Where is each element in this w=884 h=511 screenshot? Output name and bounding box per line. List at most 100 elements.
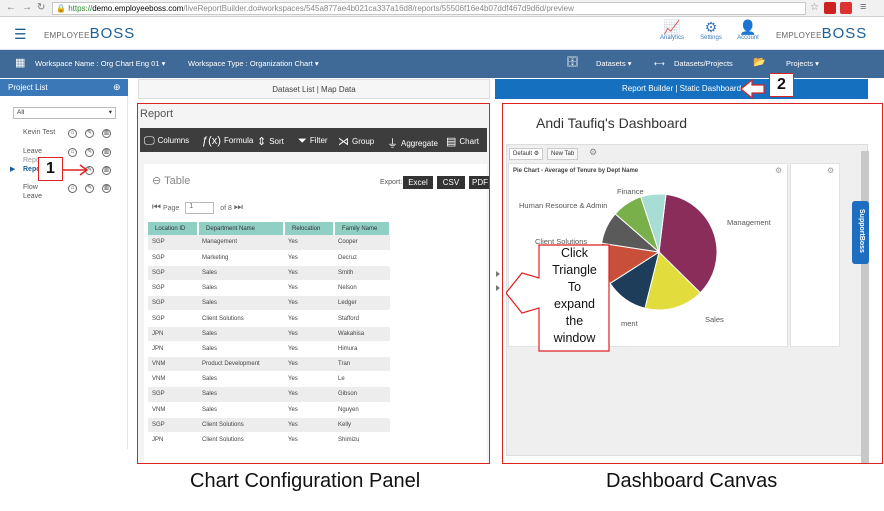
table-cell: Yes (284, 432, 334, 449)
group-button[interactable]: ⋊ Group (338, 135, 374, 148)
add-tab-icon[interactable]: ⚙ (589, 147, 597, 158)
project-item[interactable]: Leave (23, 193, 42, 200)
edit-icon[interactable]: ✎ (85, 148, 94, 157)
dashboard-title: Andi Taufiq's Dashboard (536, 115, 688, 131)
delete-icon[interactable]: ▥ (102, 166, 111, 175)
project-item[interactable]: Kevin Test (23, 129, 55, 136)
scrollbar[interactable] (861, 151, 869, 463)
projects-dropdown[interactable]: Projects ▾ (786, 59, 819, 68)
lock-icon[interactable]: ⌂ (68, 129, 77, 138)
account-button[interactable]: 👤 Account (728, 19, 768, 41)
edit-icon[interactable]: ✎ (85, 129, 94, 138)
datasets-projects-link[interactable]: Datasets/Projects (674, 59, 733, 68)
table-row[interactable]: SGP Client Solutions Yes Kelly (148, 417, 390, 433)
url-path: /liveReportBuilder.do#workspaces/545a877… (183, 4, 574, 13)
expand-triangle-icon[interactable] (496, 285, 500, 291)
table-row[interactable]: JPN Sales Yes Himura (148, 341, 390, 358)
project-item[interactable]: Leave (23, 148, 42, 155)
support-tab[interactable]: SupportBoss (852, 201, 869, 264)
tab-new[interactable]: New Tab (547, 148, 579, 160)
menu-icon[interactable]: ≡ (860, 1, 866, 13)
last-page-icon[interactable]: ⏭ (234, 202, 243, 213)
workspace-name-dropdown[interactable]: Workspace Name : Org Chart Eng 01 ▾ (35, 59, 165, 68)
export-pdf-button[interactable]: PDF (469, 176, 489, 189)
table-cell: Sales (198, 402, 284, 418)
extension-icon[interactable] (824, 2, 836, 14)
collapse-icon[interactable]: ⊖ (152, 175, 161, 187)
table-row[interactable]: VNM Sales Yes Le (148, 371, 390, 388)
table-row[interactable]: SGP Sales Yes Gibson (148, 386, 390, 403)
table-row[interactable]: VNM Product Development Yes Tran (148, 356, 390, 373)
table-row[interactable]: JPN Sales Yes Wakahisa (148, 326, 390, 342)
table-cell: Sales (198, 341, 284, 358)
lock-icon[interactable]: ⌂ (68, 184, 77, 193)
delete-icon[interactable]: ▥ (102, 148, 111, 157)
column-header[interactable]: Department Name (198, 222, 285, 235)
reload-icon[interactable]: ↻ (37, 2, 45, 13)
table-row[interactable]: JPN Client Solutions Yes Shimizu (148, 432, 390, 449)
datasets-dropdown[interactable]: Datasets ▾ (596, 59, 631, 68)
table-row[interactable]: SGP Sales Yes Nelson (148, 280, 390, 297)
column-header[interactable]: Location ID (148, 222, 199, 235)
chart-button[interactable]: ▤ Chart (446, 135, 479, 148)
table-row[interactable]: SGP Sales Yes Ledger (148, 295, 390, 312)
edit-icon[interactable]: ✎ (85, 184, 94, 193)
table-cell: Yes (284, 371, 334, 388)
gear-icon[interactable]: ⚙ (827, 166, 834, 175)
tab-dataset-list[interactable]: Dataset List | Map Data (138, 79, 490, 99)
tab-default[interactable]: Default ⚙ (509, 148, 544, 160)
table-row[interactable]: SGP Management Yes Cooper (148, 235, 390, 251)
column-header[interactable]: Family Name (334, 222, 391, 235)
table-cell: SGP (148, 280, 198, 297)
workspace-type-dropdown[interactable]: Workspace Type : Organization Chart ▾ (188, 59, 319, 68)
delete-icon[interactable]: ▥ (102, 129, 111, 138)
star-icon[interactable]: ☆ (810, 2, 819, 13)
table-cell: Yes (284, 250, 334, 266)
pie-label: Human Resource & Admin (519, 201, 607, 210)
project-item[interactable]: Flow (23, 184, 38, 191)
column-header[interactable]: Relocation (284, 222, 335, 235)
back-icon[interactable]: ← (6, 2, 16, 13)
gear-icon: ⚙ (533, 151, 540, 157)
export-label: Export: (380, 179, 403, 186)
gear-icon[interactable]: ⚙ (775, 166, 782, 175)
sort-button[interactable]: ⇕ Sort (257, 135, 284, 148)
pager: ⏮ Page 1 of 8 ⏭ (152, 202, 243, 215)
first-page-icon[interactable]: ⏮ (152, 202, 161, 213)
table-cell: Cooper (334, 235, 390, 251)
add-project-icon[interactable]: ⊕ (113, 79, 121, 96)
extension-icon[interactable] (840, 2, 852, 14)
analytics-button[interactable]: 📈 Analytics (652, 19, 692, 41)
filter-icon: ⏷ (298, 135, 307, 147)
columns-button[interactable]: 🖵 Columns (144, 135, 189, 148)
lock-icon[interactable]: ⌂ (68, 148, 77, 157)
hamburger-icon[interactable]: ☰ (14, 26, 27, 43)
table-row[interactable]: SGP Marketing Yes Decruz (148, 250, 390, 266)
table-row[interactable]: SGP Sales Yes Smith (148, 265, 390, 282)
delete-icon[interactable]: ▥ (102, 184, 111, 193)
browser-toolbar: ← → ↻ 🔒 https://demo.employeeboss.com/li… (0, 0, 884, 17)
expand-triangle-icon[interactable] (496, 271, 500, 277)
table-row[interactable]: VNM Sales Yes Nguyen (148, 402, 390, 418)
tab-report-builder[interactable]: Report Builder | Static Dashboard (495, 79, 868, 99)
table-cell: Nelson (334, 280, 390, 297)
project-filter-select[interactable]: All ▾ (13, 107, 116, 119)
table-cell: Yes (284, 280, 334, 297)
forward-icon[interactable]: → (22, 2, 32, 13)
filter-button[interactable]: ⏷ Filter (298, 135, 328, 148)
table-row[interactable]: SGP Client Solutions Yes Stafford (148, 310, 390, 327)
url-scheme: https:// (68, 4, 93, 13)
table-cell: JPN (148, 341, 198, 358)
settings-button[interactable]: ⚙ Settings (691, 19, 731, 41)
aggregate-button[interactable]: ⏚ Aggregate (387, 135, 438, 151)
page-input[interactable]: 1 (185, 202, 215, 215)
table-cell: Yes (284, 295, 334, 312)
formula-button[interactable]: ƒ(x) Formula (202, 135, 253, 147)
data-table: Location ID Department Name Relocation Fami… (148, 222, 391, 449)
table-cell: VNM (148, 371, 198, 388)
url-bar[interactable]: 🔒 https://demo.employeeboss.com/liveRepo… (52, 2, 806, 15)
table-cell: Sales (198, 386, 284, 403)
grid-icon[interactable]: ▦ (15, 56, 25, 69)
export-excel-button[interactable]: Excel (403, 176, 433, 189)
export-csv-button[interactable]: CSV (437, 176, 465, 189)
